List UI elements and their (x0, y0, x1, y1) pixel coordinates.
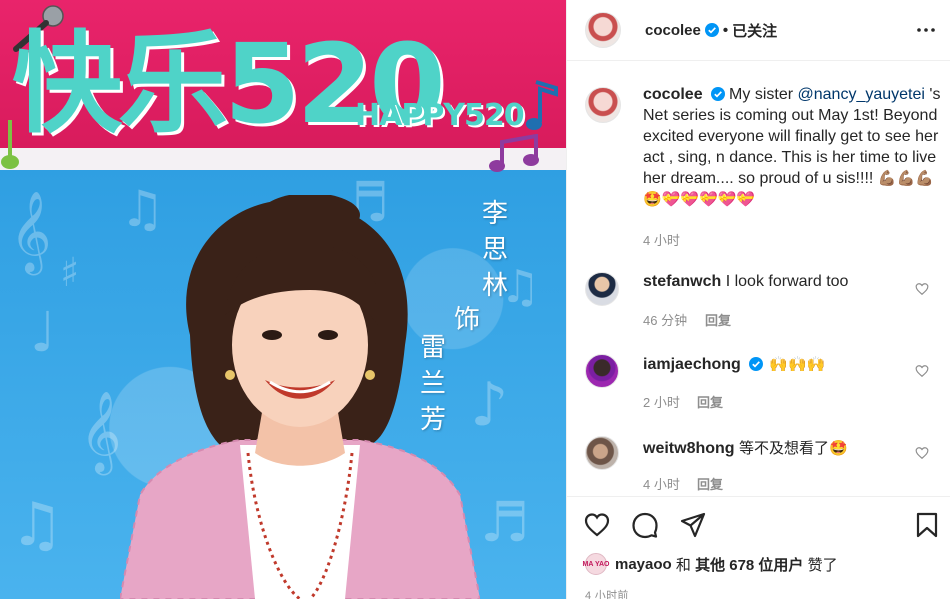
caption-text: cocolee My sister @nancy_yauyetei 's Net… (643, 86, 941, 208)
reply-button[interactable]: 回复 (697, 474, 723, 493)
comment-item: weitw8hong 等不及想看了🤩 4 小时 回复 (585, 434, 945, 496)
comment-item: iamjaechong 🙌🙌🙌 2 小时 回复 (585, 352, 945, 422)
avatar[interactable] (585, 272, 619, 306)
header-separator: • (722, 21, 729, 39)
share-icon[interactable] (679, 511, 707, 539)
actress-portrait (120, 195, 480, 599)
others-liked-link[interactable]: 其他 678 位用户 (695, 554, 803, 575)
comment-username[interactable]: stefanwch (643, 273, 721, 290)
liker-username[interactable]: mayaoo (615, 556, 672, 573)
comment-time[interactable]: 46 分钟 (643, 310, 687, 329)
post-header: cocolee • 已关注 (567, 0, 950, 61)
caption-username[interactable]: cocolee (643, 86, 703, 103)
avatar[interactable] (585, 12, 621, 48)
music-note-icon (1, 120, 19, 169)
like-comment-heart-icon[interactable] (915, 364, 929, 378)
verified-badge-icon (704, 23, 719, 37)
comment-time[interactable]: 4 小时 (643, 474, 680, 493)
likes-summary: MA YAO mayaoo 和 其他 678 位用户 赞了 (583, 553, 838, 575)
header-username[interactable]: cocolee (645, 22, 701, 39)
bookmark-icon[interactable] (913, 511, 941, 539)
comment-text: weitw8hong 等不及想看了🤩 (643, 439, 848, 457)
comment-text: iamjaechong 🙌🙌🙌 (643, 355, 826, 373)
comment-text: stefanwch I look forward too (643, 273, 849, 290)
caption-time[interactable]: 4 小时 (643, 230, 680, 249)
like-comment-heart-icon[interactable] (915, 446, 929, 460)
like-comment-heart-icon[interactable] (915, 282, 929, 296)
comment-time[interactable]: 2 小时 (643, 392, 680, 411)
avatar[interactable] (585, 354, 619, 388)
verified-badge-icon (749, 357, 764, 371)
avatar[interactable] (585, 87, 621, 123)
comment-username[interactable]: iamjaechong (643, 356, 741, 373)
more-options-icon (917, 28, 935, 32)
actress-name-vertical: 李 思 林 (481, 199, 508, 301)
reply-button[interactable]: 回复 (705, 310, 731, 329)
comment-item: stefanwch I look forward too 46 分钟 回复 (585, 270, 945, 340)
avatar[interactable] (585, 436, 619, 470)
comments-list[interactable]: cocolee My sister @nancy_yauyetei 's Net… (567, 62, 950, 496)
post-details-panel: cocolee • 已关注 cocolee My sister @nancy_y… (566, 0, 950, 599)
comment-icon[interactable] (631, 511, 659, 539)
music-note-icon (489, 134, 539, 172)
reply-button[interactable]: 回复 (697, 392, 723, 411)
following-button[interactable]: 已关注 (732, 20, 777, 41)
post-timestamp[interactable]: 4 小时前 (585, 587, 629, 599)
more-options-button[interactable] (914, 18, 938, 42)
comment-username[interactable]: weitw8hong (643, 440, 735, 457)
verified-badge-icon (711, 87, 726, 101)
heart-icon[interactable] (583, 511, 611, 539)
avatar[interactable]: MA YAO (583, 553, 610, 575)
mention-link[interactable]: @nancy_yauyetei (798, 86, 925, 103)
post-modal: 𝄞 ♫ ♪ ♬ ♩ 𝄞 ♫ ♪ ♬ ♫ ♯ ♯ 快乐520 HAPPY520 (0, 0, 950, 599)
music-note-icon (526, 80, 558, 130)
poster-subtitle: HAPPY520 (355, 98, 525, 133)
post-image[interactable]: 𝄞 ♫ ♪ ♬ ♩ 𝄞 ♫ ♪ ♬ ♫ ♯ ♯ 快乐520 HAPPY520 (0, 0, 566, 599)
post-actions: MA YAO mayaoo 和 其他 678 位用户 赞了 4 小时前 (567, 496, 950, 599)
